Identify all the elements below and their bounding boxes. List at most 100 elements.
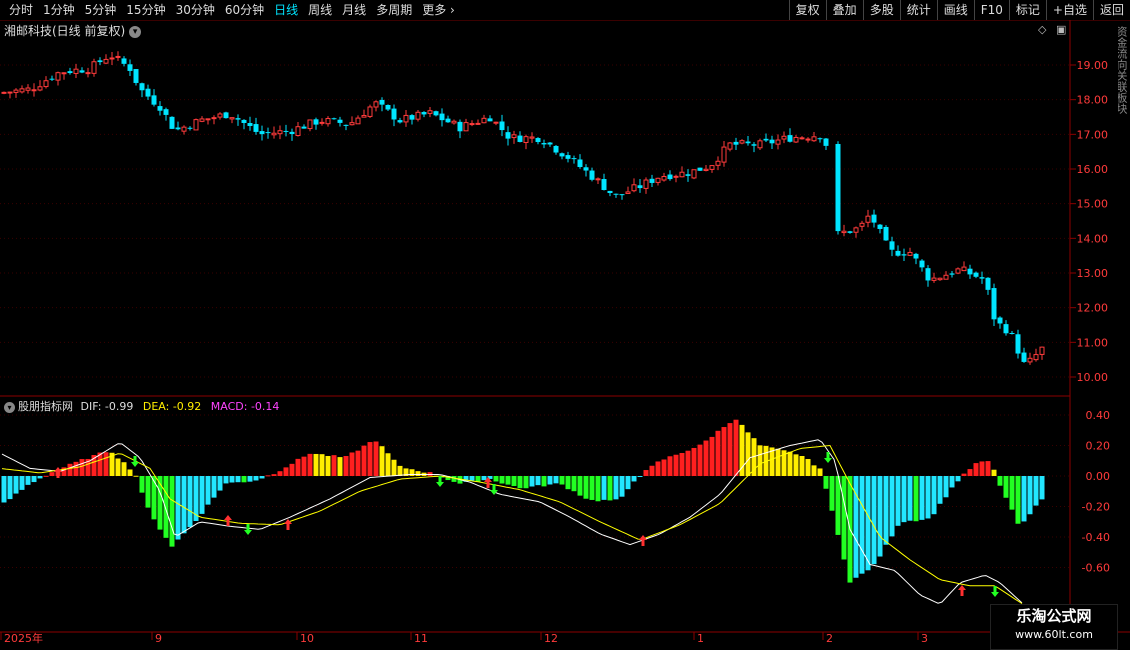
macd-bar xyxy=(391,459,397,476)
candle-body xyxy=(757,140,763,149)
candle-body xyxy=(7,91,13,94)
down-arrow-icon xyxy=(824,452,832,463)
candle-body xyxy=(619,194,625,196)
candle-body xyxy=(319,121,325,124)
macd-bar xyxy=(829,476,835,511)
dif-value: DIF: -0.99 xyxy=(80,400,134,413)
macd-bar xyxy=(613,476,619,500)
period-tab-6[interactable]: 日线 xyxy=(269,0,303,20)
candle-body xyxy=(241,119,247,123)
macd-bar xyxy=(139,476,145,493)
macd-bar xyxy=(79,459,85,476)
period-tab-4[interactable]: 30分钟 xyxy=(171,0,220,20)
macd-bar xyxy=(955,476,961,482)
up-arrow-icon xyxy=(958,585,966,596)
chart-area[interactable]: 19.00 18.00 17.00 16.00 15.00 14.00 13.00 12.00… xyxy=(0,20,1130,650)
macd-bar xyxy=(175,476,181,540)
candle-body xyxy=(541,143,547,145)
price-tick-label: 17.00 xyxy=(1077,128,1109,141)
macd-bar xyxy=(619,476,625,497)
period-tab-8[interactable]: 月线 xyxy=(337,0,371,20)
toolbar-button-0[interactable]: 复权 xyxy=(788,0,826,20)
candle-body xyxy=(691,169,697,179)
candle-body xyxy=(415,111,421,120)
candle-body xyxy=(373,101,379,108)
candle-body xyxy=(1015,334,1021,354)
dea-value: DEA: -0.92 xyxy=(142,400,202,413)
period-tab-7[interactable]: 周线 xyxy=(303,0,337,20)
period-tab-3[interactable]: 15分钟 xyxy=(121,0,170,20)
toolbar-button-7[interactable]: +自选 xyxy=(1045,0,1093,20)
macd-bar xyxy=(313,453,319,476)
period-tab-0[interactable]: 分时 xyxy=(4,0,38,20)
candle-body xyxy=(187,127,193,129)
candle-body xyxy=(643,179,649,189)
ind-tick-label: 0.40 xyxy=(1086,409,1111,422)
candle-body xyxy=(91,61,97,74)
diamond-icon[interactable]: ◇ xyxy=(1038,23,1046,36)
period-tab-1[interactable]: 1分钟 xyxy=(38,0,80,20)
candle-body xyxy=(649,178,655,183)
ind-tick-label: 0.20 xyxy=(1086,440,1111,453)
candle-body xyxy=(331,118,337,120)
macd-bar xyxy=(43,475,49,477)
price-tick-label: 16.00 xyxy=(1077,163,1109,176)
macd-bar xyxy=(721,427,727,476)
period-tab-5[interactable]: 60分钟 xyxy=(220,0,269,20)
candle-body xyxy=(397,120,403,123)
toolbar-button-6[interactable]: 标记 xyxy=(1008,0,1046,20)
date-tick-label: 2 xyxy=(826,632,833,645)
toolbar-button-4[interactable]: 画线 xyxy=(936,0,974,20)
macd-bar xyxy=(373,441,379,476)
candle-body xyxy=(811,136,817,142)
window-icon[interactable]: ▣ xyxy=(1056,23,1066,36)
chevron-down-icon[interactable]: ▾ xyxy=(129,25,142,38)
candle-body xyxy=(817,138,823,140)
candle-body xyxy=(151,95,157,105)
macd-bar xyxy=(787,451,793,476)
candle-body xyxy=(349,122,355,126)
watermark-title: 乐淘公式网 xyxy=(1016,607,1092,625)
candle-body xyxy=(229,117,235,120)
candle-body xyxy=(1021,352,1027,362)
macd-bar xyxy=(889,476,895,537)
toolbar-button-5[interactable]: F10 xyxy=(973,0,1009,20)
macd-bar xyxy=(505,476,511,485)
candle-body xyxy=(61,72,67,75)
macd-bar xyxy=(661,459,667,476)
macd-bar xyxy=(727,423,733,476)
candle-body xyxy=(841,230,847,234)
chevron-down-icon[interactable]: ▾ xyxy=(4,401,15,413)
macd-bar xyxy=(355,450,361,476)
macd-bar xyxy=(145,476,151,508)
toolbar-button-8[interactable]: 返回 xyxy=(1092,0,1130,20)
macd-bar xyxy=(541,476,547,487)
macd-bar xyxy=(913,476,919,522)
macd-bar xyxy=(205,476,211,505)
period-tab-2[interactable]: 5分钟 xyxy=(80,0,122,20)
macd-bar xyxy=(595,476,601,502)
macd-bar xyxy=(535,476,541,486)
candle-body xyxy=(703,168,709,172)
toolbar-button-2[interactable]: 多股 xyxy=(862,0,900,20)
candle-body xyxy=(1009,332,1015,334)
candle-body xyxy=(547,142,553,145)
candle-body xyxy=(517,135,523,142)
macd-bar xyxy=(181,476,187,534)
macd-bar xyxy=(931,476,937,515)
candle-body xyxy=(121,58,127,64)
candle-body xyxy=(295,126,301,136)
candle-body xyxy=(49,78,55,80)
toolbar-button-3[interactable]: 统计 xyxy=(899,0,937,20)
macd-bar xyxy=(343,455,349,476)
macd-bar xyxy=(559,476,565,485)
period-tab-9[interactable]: 多周期 xyxy=(371,0,417,20)
toolbar-buttons: 复权 叠加 多股 统计 画线 F10 标记 +自选 返回 xyxy=(788,0,1130,20)
period-tab-10[interactable]: 更多 › xyxy=(417,0,460,20)
candle-body xyxy=(625,191,631,194)
toolbar-button-1[interactable]: 叠加 xyxy=(825,0,863,20)
period-tabs: 分时 1分钟 5分钟 15分钟 30分钟 60分钟 日线 周线 月线 多周期 更多 › xyxy=(4,0,460,20)
macd-bar xyxy=(247,476,253,482)
macd-bar xyxy=(685,450,691,476)
candle-body xyxy=(169,116,175,129)
